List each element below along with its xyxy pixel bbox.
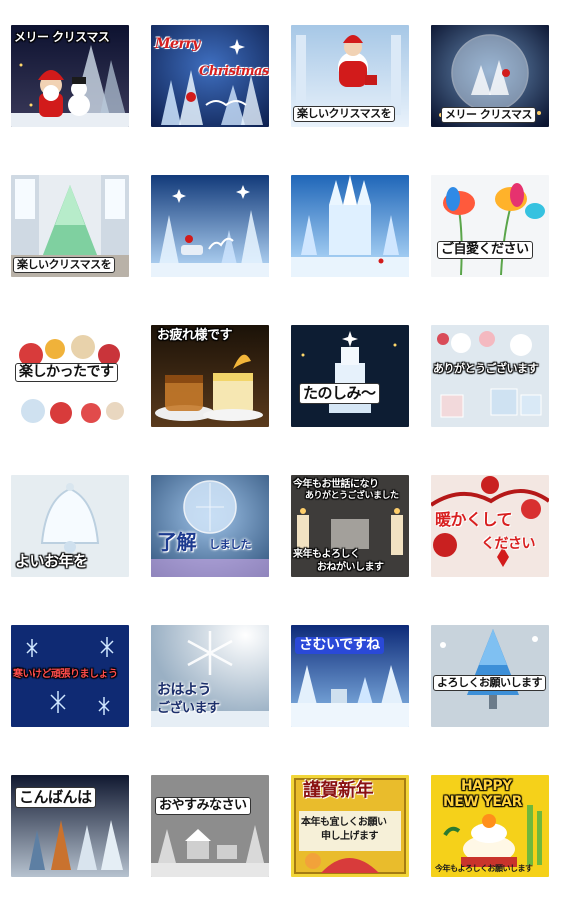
sticker-caption: 楽しいクリスマスを [13, 257, 116, 274]
ice-castle-image [291, 175, 409, 277]
sleigh-ice-forest-image [151, 175, 269, 277]
sticker-new-year-greeting[interactable]: 謹賀新年 本年も宜しくお願い 申し上げます [291, 775, 409, 877]
sticker-caption: たのしみ～ [299, 383, 380, 404]
sticker-cold-but-do-best[interactable]: 寒いけど頑張りましょう [11, 625, 129, 727]
sticker-caption-2: Christmas [199, 64, 269, 79]
sticker-caption-3: 来年もよろしく [293, 549, 360, 560]
sticker-merry-christmas-ice[interactable]: Merry Christmas [151, 25, 269, 127]
sticker-caption-2: ください [481, 536, 536, 552]
roses-gifts-image [431, 325, 549, 427]
glass-ornament-image [151, 475, 269, 577]
sticker-merry-christmas-santa[interactable]: メリー クリスマス [11, 25, 129, 127]
sticker-caption: メリー クリスマス [14, 30, 110, 44]
sticker-happy-new-year[interactable]: HAPPY NEW YEAR 今年もよろしくお願いします [431, 775, 549, 877]
sticker-caption: おはよう [157, 682, 212, 698]
sticker-caption: 了解 [157, 530, 197, 554]
sticker-caption: さむいですね [295, 637, 384, 655]
sticker-caption: こんばんは [15, 787, 96, 808]
sticker-caption: 今年もお世話になり [293, 479, 379, 490]
sticker-caption-2: ございます [157, 701, 220, 716]
sticker-good-night[interactable]: おやすみなさい [151, 775, 269, 877]
ice-cake-image [291, 325, 409, 427]
sticker-have-fun-christmas-palace[interactable]: 楽しいクリスマスを [291, 25, 409, 127]
sticker-ice-castle[interactable] [291, 175, 409, 277]
sticker-thanks-for-work[interactable]: お疲れ様です [151, 325, 269, 427]
sticker-merry-christmas-globe[interactable]: メリー クリスマス [431, 25, 549, 127]
sticker-caption-2: ありがとうございました [305, 491, 399, 501]
sticker-caption-3: 申し上げます [321, 831, 379, 842]
sticker-was-fun[interactable]: 楽しかったです [11, 325, 129, 427]
sticker-caption: 寒いけど頑張りましょう [13, 669, 118, 680]
sticker-caption-4: おねがいします [317, 562, 384, 573]
sticker-caption: 楽しいクリスマスを [293, 106, 396, 123]
sticker-thank-you[interactable]: ありがとうございます [431, 325, 549, 427]
sticker-caption: おやすみなさい [155, 797, 251, 816]
monochrome-village-image [151, 775, 269, 877]
rainbow-flowers-image [431, 175, 549, 277]
sticker-caption: 楽しかったです [15, 363, 118, 383]
sticker-keep-warm[interactable]: 暖かくして ください [431, 475, 549, 577]
sticker-caption: メリー クリスマス [441, 107, 536, 124]
sticker-caption: Merry [155, 36, 200, 52]
sticker-thanks-this-year[interactable]: 今年もお世話になり ありがとうございました 来年もよろしく おねがいします [291, 475, 409, 577]
sticker-grid: メリー クリスマス Merry Christmas 楽しいクリスマスを メリー … [0, 0, 562, 900]
sticker-caption: よろしくお願いします [433, 675, 546, 692]
sticker-caption: お疲れ様です [157, 328, 233, 343]
sticker-caption: ありがとうございます [433, 362, 539, 375]
sticker-best-regards-tree[interactable]: よろしくお願いします [431, 625, 549, 727]
sticker-caption: 暖かくして [435, 510, 513, 529]
sticker-caption: 謹賀新年 [303, 780, 374, 801]
sticker-caption: ご自愛ください [437, 241, 533, 260]
sticker-looking-forward[interactable]: たのしみ～ [291, 325, 409, 427]
sticker-good-evening[interactable]: こんばんは [11, 775, 129, 877]
sticker-caption: よいお年を [15, 552, 88, 570]
sticker-caption-2: 本年も宜しくお願い [301, 817, 387, 828]
sticker-good-morning[interactable]: おはよう ございます [151, 625, 269, 727]
sticker-caption: HAPPY [461, 778, 512, 794]
sticker-happy-new-year-bell[interactable]: よいお年を [11, 475, 129, 577]
sticker-caption-2: しました [209, 538, 252, 551]
sticker-understood[interactable]: 了解 しました [151, 475, 269, 577]
sticker-ice-sleigh-forest[interactable] [151, 175, 269, 277]
sticker-it-is-cold[interactable]: さむいですね [291, 625, 409, 727]
sticker-caption-3: 今年もよろしくお願いします [435, 864, 533, 873]
sticker-take-care[interactable]: ご自愛ください [431, 175, 549, 277]
sticker-caption-2: NEW YEAR [443, 794, 522, 810]
sticker-have-fun-christmas-tree[interactable]: 楽しいクリスマスを [11, 175, 129, 277]
